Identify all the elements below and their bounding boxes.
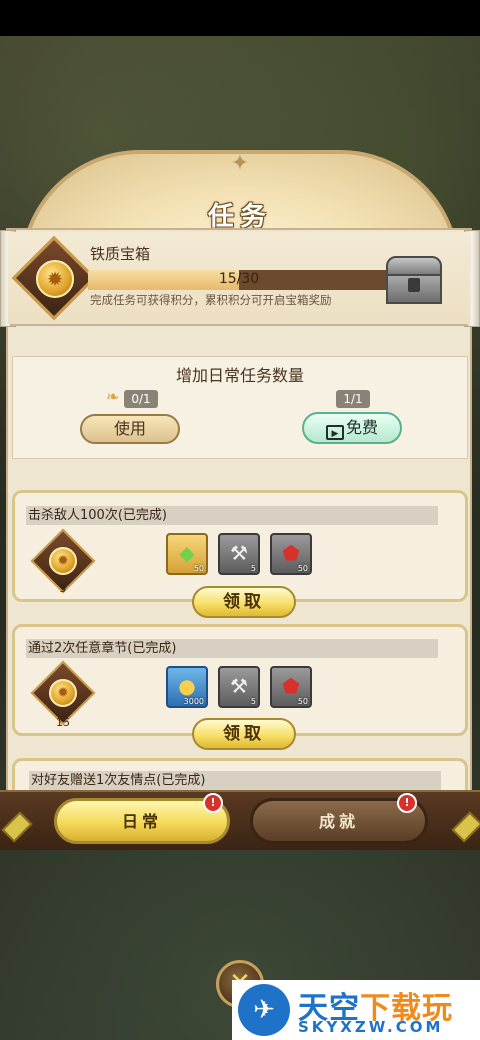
chest-lid (386, 256, 442, 276)
chest-description: 完成任务可获得积分，累积积分可开启宝箱奖励 (90, 293, 332, 307)
status-bar (0, 0, 480, 36)
achievement-alert-badge: ! (397, 793, 417, 813)
reward-qty: 50 (193, 564, 204, 573)
video-icon: ▶ (325, 425, 344, 440)
chest-name: 铁质宝箱 (90, 245, 151, 263)
claim-button[interactable]: 领取 (192, 586, 296, 618)
reward-hammer[interactable]: ⚒ 5 (218, 666, 260, 708)
reward-qty: 50 (297, 564, 308, 573)
reward-green-gem[interactable]: ◆ 50 (166, 533, 208, 575)
reward-red-badge[interactable]: ⬟ 50 (270, 666, 312, 708)
add-tasks-title: 增加日常任务数量 (175, 366, 304, 385)
star-ornament-icon: ✦ (230, 151, 250, 176)
use-count: 0/1 (124, 390, 158, 408)
task-points: 5 (59, 582, 67, 595)
task-points: 15 (56, 716, 70, 729)
reward-red-badge[interactable]: ⬟ 50 (270, 533, 312, 575)
daily-alert-badge: ! (203, 793, 223, 813)
reward-qty: 50 (297, 697, 308, 706)
reward-qty: 3000 (183, 697, 204, 706)
free-count: 1/1 (336, 390, 370, 408)
task-points-icon: ✹ (49, 679, 77, 707)
task-title: 对好友赠送1次友情点(已完成) (29, 771, 441, 790)
gold-coin-icon: ● (178, 674, 196, 698)
chest-progress-text: 15/30 (218, 271, 260, 287)
red-badge-icon: ⬟ (282, 541, 300, 565)
green-gem-icon: ◆ (179, 541, 195, 565)
iron-chest-icon[interactable] (386, 256, 442, 304)
task-title: 通过2次任意章节(已完成) (26, 639, 438, 658)
task-title: 击杀敌人100次(已完成) (26, 506, 438, 525)
free-button[interactable]: ▶ 免费 (302, 412, 402, 444)
task-points-icon: ✹ (49, 547, 77, 575)
free-button-label: 免费 (345, 418, 378, 437)
points-medal-icon: ✹ (36, 260, 74, 298)
horn-icon: ❧ (106, 387, 120, 406)
reward-qty: 5 (250, 697, 256, 706)
header-divider (10, 324, 468, 326)
reward-gold-coin[interactable]: ● 3000 (166, 666, 208, 708)
reward-hammer[interactable]: ⚒ 5 (218, 533, 260, 575)
red-badge-icon: ⬟ (282, 674, 300, 698)
use-button[interactable]: 使用 (80, 414, 180, 444)
hammer-icon: ⚒ (230, 541, 248, 565)
chest-progress-bar: 15/30 (88, 270, 390, 290)
chest-lock (408, 278, 420, 292)
reward-qty: 5 (250, 564, 256, 573)
watermark-url: SKYXZW.COM (298, 1018, 444, 1036)
watermark-logo-icon: ✈ (238, 984, 290, 1036)
hammer-icon: ⚒ (230, 674, 248, 698)
claim-button[interactable]: 领取 (192, 718, 296, 750)
